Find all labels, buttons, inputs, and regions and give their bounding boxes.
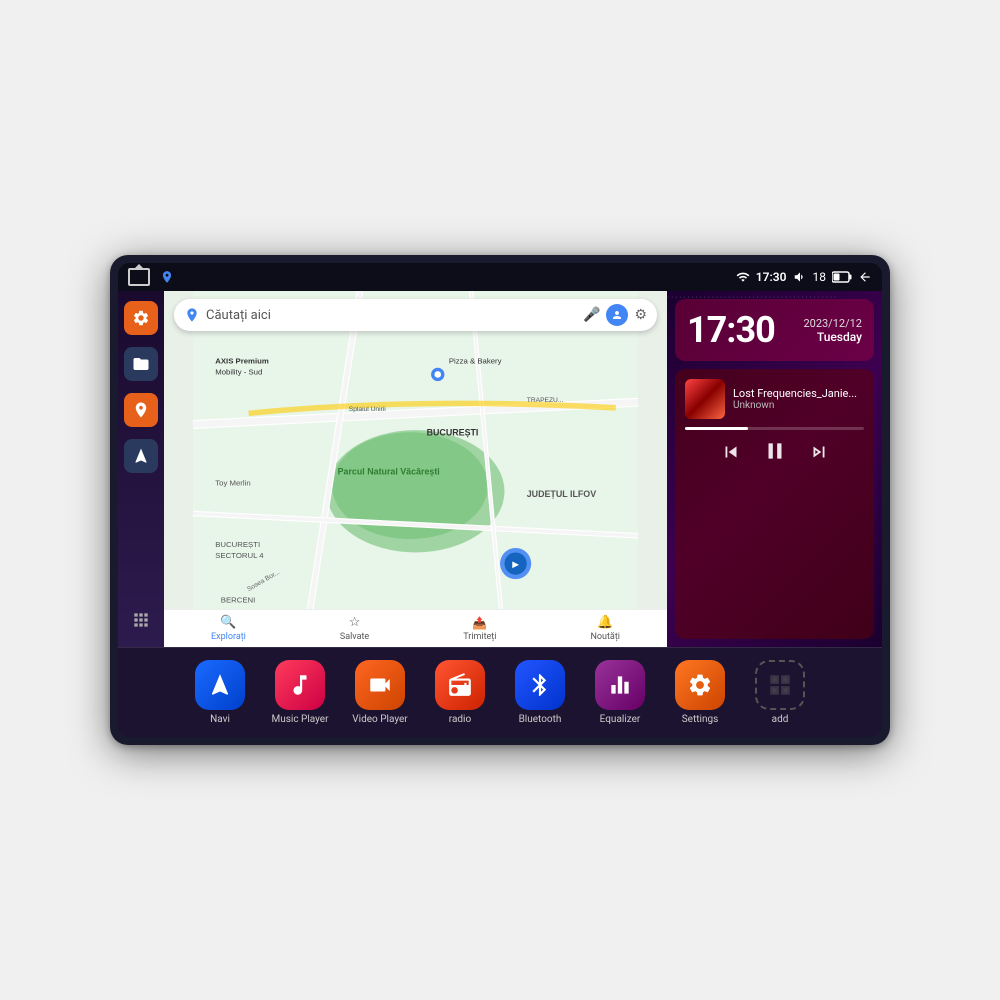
map-tab-send[interactable]: 📤 Trimiteți <box>463 616 496 642</box>
mic-icon[interactable]: 🎤 <box>583 307 600 323</box>
map-tab-saved[interactable]: ☆ Salvate <box>340 615 369 642</box>
map-tab-explore-label: Explorați <box>211 632 246 642</box>
svg-text:Mobility - Sud: Mobility - Sud <box>215 367 262 376</box>
right-panel: 17:30 2023/12/12 Tuesday Lost Frequencie… <box>667 291 882 647</box>
sidebar-settings-btn[interactable] <box>124 301 158 335</box>
pause-button[interactable] <box>762 438 788 470</box>
map-container[interactable]: Căutați aici 🎤 ⚙ <box>164 291 667 647</box>
dock-item-video[interactable]: Video Player <box>345 660 415 725</box>
svg-text:Pizza & Bakery: Pizza & Bakery <box>449 356 502 365</box>
bluetooth-icon <box>515 660 565 710</box>
map-bottom-bar: 🔍 Explorați ☆ Salvate 📤 Trimiteți 🔔 Nout… <box>164 609 667 647</box>
map-search-text: Căutați aici <box>206 308 577 323</box>
music-player-label: Music Player <box>271 714 328 725</box>
account-icon[interactable] <box>606 304 628 326</box>
svg-text:Splaiul Unirii: Splaiul Unirii <box>349 406 387 413</box>
volume-icon <box>793 270 807 284</box>
status-left <box>128 268 176 286</box>
navi-icon <box>195 660 245 710</box>
map-tab-news-label: Noutăți <box>590 632 620 642</box>
bottom-dock: Navi Music Player Video Player <box>118 647 882 737</box>
map-status-icon[interactable] <box>158 268 176 286</box>
music-progress-bar[interactable] <box>685 427 864 430</box>
sidebar <box>118 291 164 647</box>
main-area: Căutați aici 🎤 ⚙ <box>118 291 882 647</box>
svg-text:►: ► <box>510 559 521 571</box>
bluetooth-label: Bluetooth <box>519 714 562 725</box>
home-icon[interactable] <box>128 268 150 286</box>
map-settings-icon[interactable]: ⚙ <box>634 307 647 323</box>
device-frame: 17:30 18 <box>110 255 890 745</box>
dock-item-settings[interactable]: Settings <box>665 660 735 725</box>
map-tab-saved-label: Salvate <box>340 632 369 642</box>
clock-date-value: 2023/12/12 <box>803 317 862 330</box>
map-pin-icon <box>184 307 200 323</box>
track-artist: Unknown <box>733 400 864 411</box>
settings-icon <box>675 660 725 710</box>
svg-text:BERCENI: BERCENI <box>221 596 256 605</box>
status-bar: 17:30 18 <box>118 263 882 291</box>
dock-item-radio[interactable]: radio <box>425 660 495 725</box>
sidebar-navigate-btn[interactable] <box>124 439 158 473</box>
svg-text:TRAPEZU...: TRAPEZU... <box>527 397 564 404</box>
dock-item-bluetooth[interactable]: Bluetooth <box>505 660 575 725</box>
sidebar-apps-btn[interactable] <box>124 603 158 637</box>
svg-text:BUCUREȘTI: BUCUREȘTI <box>427 428 479 438</box>
dock-item-add[interactable]: add <box>745 660 815 725</box>
clock-widget: 17:30 2023/12/12 Tuesday <box>675 299 874 361</box>
video-player-icon <box>355 660 405 710</box>
device-screen: 17:30 18 <box>118 263 882 737</box>
wifi-icon <box>736 270 750 284</box>
clock-time: 17:30 <box>687 309 775 351</box>
navi-label: Navi <box>210 714 230 725</box>
prev-button[interactable] <box>720 441 742 468</box>
dock-item-music[interactable]: Music Player <box>265 660 335 725</box>
music-controls <box>685 438 864 470</box>
svg-text:Parcul Natural Văcărești: Parcul Natural Văcărești <box>338 467 440 477</box>
svg-text:AXIS Premium: AXIS Premium <box>215 356 269 365</box>
track-details: Lost Frequencies_Janie... Unknown <box>733 387 864 411</box>
music-widget: Lost Frequencies_Janie... Unknown <box>675 369 874 639</box>
time-display: 17:30 <box>756 270 787 284</box>
svg-text:SECTORUL 4: SECTORUL 4 <box>215 551 264 560</box>
track-name: Lost Frequencies_Janie... <box>733 387 864 400</box>
music-progress-fill <box>685 427 748 430</box>
map-tab-send-label: Trimiteți <box>463 632 496 642</box>
clock-date: 2023/12/12 Tuesday <box>803 317 862 344</box>
sidebar-location-btn[interactable] <box>124 393 158 427</box>
add-icon <box>755 660 805 710</box>
settings-label: Settings <box>682 714 719 725</box>
map-tab-explore[interactable]: 🔍 Explorați <box>211 615 246 642</box>
dock-item-equalizer[interactable]: Equalizer <box>585 660 655 725</box>
battery-level: 18 <box>813 270 827 284</box>
video-player-label: Video Player <box>352 714 407 725</box>
status-right: 17:30 18 <box>736 270 872 284</box>
equalizer-icon <box>595 660 645 710</box>
clock-day-value: Tuesday <box>803 330 862 344</box>
back-icon[interactable] <box>858 270 872 284</box>
music-player-icon <box>275 660 325 710</box>
next-button[interactable] <box>808 441 830 468</box>
svg-text:BUCUREȘTI: BUCUREȘTI <box>215 540 260 549</box>
svg-text:JUDEȚUL ILFOV: JUDEȚUL ILFOV <box>527 489 596 499</box>
add-label: add <box>772 714 789 725</box>
battery-icon <box>832 271 852 283</box>
equalizer-label: Equalizer <box>600 714 641 725</box>
map-tab-news[interactable]: 🔔 Noutăți <box>590 615 620 642</box>
map-search-bar[interactable]: Căutați aici 🎤 ⚙ <box>174 299 657 331</box>
album-art <box>685 379 725 419</box>
map-svg: Google AXIS Premium Mobility - Sud Pizza… <box>164 291 667 647</box>
music-track-info: Lost Frequencies_Janie... Unknown <box>685 379 864 419</box>
radio-label: radio <box>449 714 471 725</box>
svg-text:Toy Merlin: Toy Merlin <box>215 479 250 488</box>
radio-icon <box>435 660 485 710</box>
sidebar-files-btn[interactable] <box>124 347 158 381</box>
dock-item-navi[interactable]: Navi <box>185 660 255 725</box>
